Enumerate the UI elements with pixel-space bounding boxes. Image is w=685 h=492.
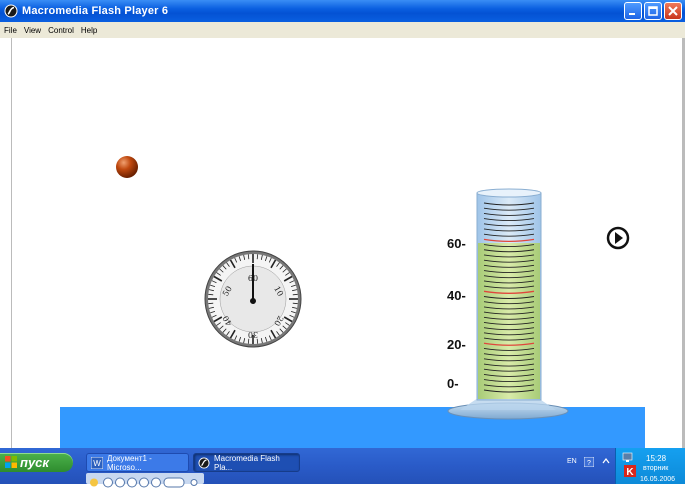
clock-day: вторник <box>643 465 669 472</box>
stopwatch-tick <box>292 302 298 305</box>
chevron-icon[interactable] <box>602 456 610 466</box>
minimize-icon <box>629 13 635 15</box>
stopwatch-tick <box>208 302 214 305</box>
menu-help[interactable]: Help <box>81 26 97 35</box>
flash-icon <box>198 457 210 469</box>
cylinder-label-0: 0- <box>447 376 459 391</box>
media-controls-bar[interactable] <box>86 473 204 488</box>
tray-lang-area: EN ? <box>560 456 615 470</box>
word-icon: W <box>91 457 103 469</box>
maximize-button[interactable] <box>644 2 662 20</box>
stopwatch-tick <box>292 293 298 296</box>
menu-file[interactable]: File <box>4 26 17 35</box>
windows-flag-icon <box>5 456 17 468</box>
window-title: Macromedia Flash Player 6 <box>22 5 169 17</box>
svg-text:?: ? <box>587 460 591 467</box>
svg-text:W: W <box>93 459 101 468</box>
taskbar-item-flash[interactable]: Macromedia Flash Pla... <box>193 453 300 472</box>
flash-player-window: Macromedia Flash Player 6 File View Cont… <box>0 0 685 488</box>
minimize-button[interactable] <box>624 2 642 20</box>
start-label: пуск <box>20 455 49 470</box>
cylinder-label-60: 60- <box>447 236 466 251</box>
help-icon[interactable]: ? <box>584 457 594 467</box>
clock-time[interactable]: 15:28 <box>646 454 666 463</box>
menu-view[interactable]: View <box>24 26 41 35</box>
close-button[interactable] <box>664 2 682 20</box>
taskbar-item-label: Документ1 - Microso... <box>107 453 152 472</box>
cylinder-label-20: 20- <box>447 337 466 352</box>
menu-bar: File View Control Help <box>0 22 685 38</box>
measuring-cylinder <box>447 188 569 420</box>
flash-stage: 60 10 20 30 40 50 60- 40- 20- 0- <box>12 38 685 448</box>
title-bar[interactable]: Macromedia Flash Player 6 <box>0 0 685 22</box>
antivirus-icon[interactable]: K <box>624 465 636 477</box>
ball[interactable] <box>116 156 138 178</box>
stopwatch-tick <box>247 254 250 260</box>
stopwatch-tick <box>256 254 259 260</box>
taskbar-item-label: Macromedia Flash Pla... <box>214 453 280 472</box>
menu-control[interactable]: Control <box>48 26 74 35</box>
cylinder-label-40: 40- <box>447 288 466 303</box>
taskbar: пуск W Документ1 - Microso... Macromedia… <box>0 448 685 488</box>
clock-date: 16.05.2006 <box>640 476 676 483</box>
language-indicator[interactable]: EN <box>567 458 577 465</box>
media-controls-icon <box>90 477 198 488</box>
play-button[interactable] <box>606 226 630 250</box>
network-icon[interactable] <box>622 451 634 463</box>
maximize-icon <box>648 6 658 16</box>
svg-text:K: K <box>626 467 634 477</box>
flash-icon <box>4 4 18 18</box>
close-icon <box>668 6 678 16</box>
system-tray: K 15:28 вторник 16.05.2006 <box>615 448 685 484</box>
start-button[interactable]: пуск <box>0 453 73 472</box>
stopwatch[interactable]: 60 10 20 30 40 50 <box>204 250 302 348</box>
stopwatch-num-30: 30 <box>248 330 258 339</box>
stopwatch-tick <box>208 293 214 296</box>
window-left-border <box>0 38 12 448</box>
cylinder-liquid <box>478 243 540 399</box>
taskbar-item-word[interactable]: W Документ1 - Microso... <box>86 453 189 472</box>
